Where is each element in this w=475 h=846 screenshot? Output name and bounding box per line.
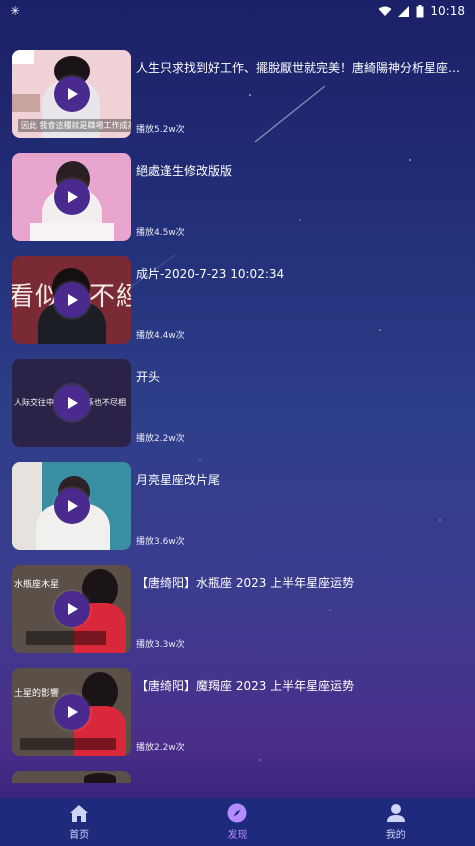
tab-discover[interactable]: 发现 (182, 803, 292, 841)
thumbnail-text: 水瓶座木星 (14, 580, 60, 590)
video-item[interactable]: 看似 不經 成片-2020-7-23 10:02:34 播放4.4w次 (12, 256, 467, 344)
video-title[interactable]: 絕處逢生修改版版 (136, 163, 466, 179)
wifi-icon (378, 6, 392, 16)
play-count: 播放4.5w次 (136, 228, 185, 238)
tab-label: 首页 (69, 829, 90, 841)
play-button[interactable] (54, 488, 90, 524)
play-button[interactable] (54, 385, 90, 421)
play-button[interactable] (54, 591, 90, 627)
play-button[interactable] (54, 179, 90, 215)
play-icon (68, 88, 78, 100)
video-item[interactable]: 土星的影響 【唐绮阳】魔羯座 2023 上半年星座运势 播放2.2w次 (12, 668, 467, 756)
play-button[interactable] (54, 282, 90, 318)
tab-label: 我的 (385, 830, 406, 841)
play-icon (68, 603, 78, 615)
thumbnail-text: 土星的影響 (14, 689, 60, 699)
play-count: 播放5.2w次 (136, 125, 185, 135)
video-title[interactable]: 【唐绮阳】水瓶座 2023 上半年星座运势 (136, 575, 466, 591)
video-thumbnail[interactable]: 看似 不經 (12, 256, 131, 344)
play-icon (68, 706, 78, 718)
video-thumbnail[interactable]: 水瓶座木星 (12, 565, 131, 653)
video-thumbnail[interactable]: 因此 我會這種就是職場工作成為 (12, 50, 131, 138)
tab-label: 发现 (227, 830, 248, 841)
video-title[interactable]: 【唐绮阳】魔羯座 2023 上半年星座运势 (136, 678, 466, 694)
signal-icon (398, 5, 410, 17)
play-count: 播放4.4w次 (136, 331, 185, 341)
video-title[interactable]: 成片-2020-7-23 10:02:34 (136, 266, 466, 282)
play-count: 播放3.6w次 (136, 537, 185, 547)
notification-icon: ✳ (10, 4, 21, 18)
play-count: 播放2.2w次 (136, 434, 185, 444)
video-title[interactable]: 人生只求找到好工作、擺脫厭世就完美！唐綺陽神分析星座知Vog… (136, 60, 466, 76)
video-title[interactable]: 开头 (136, 369, 466, 385)
video-item[interactable]: 月亮星座改片尾 播放3.6w次 (12, 462, 467, 550)
person-icon (386, 804, 405, 822)
bottom-tab-bar: 首页 发现 我的 (0, 798, 475, 846)
compass-icon (227, 803, 247, 823)
play-button[interactable] (54, 694, 90, 730)
home-icon (70, 804, 89, 822)
video-thumbnail[interactable]: 土星的影響 (12, 668, 131, 756)
tab-profile[interactable]: 我的 (341, 803, 451, 841)
battery-icon (416, 4, 424, 17)
video-thumbnail[interactable] (12, 153, 131, 241)
video-title[interactable]: 月亮星座改片尾 (136, 472, 466, 488)
video-thumbnail[interactable] (12, 462, 131, 550)
video-thumbnail[interactable]: 人际交往中别 关系也不尽相 (12, 359, 131, 447)
status-time: 10:18 (430, 4, 465, 18)
video-thumbnail[interactable] (12, 771, 131, 783)
video-item[interactable]: 因此 我會這種就是職場工作成為 人生只求找到好工作、擺脫厭世就完美！唐綺陽神分析… (12, 50, 467, 138)
play-icon (68, 294, 78, 306)
status-bar: ✳ 10:18 (0, 0, 475, 22)
play-icon (68, 191, 78, 203)
play-count: 播放3.3w次 (136, 640, 185, 650)
thumbnail-caption: 因此 我會這種就是職場工作成為 (18, 119, 131, 132)
video-item[interactable]: 絕處逢生修改版版 播放4.5w次 (12, 153, 467, 241)
play-icon (68, 397, 78, 409)
tab-home[interactable]: 首页 (24, 804, 134, 841)
video-item[interactable]: 水瓶座木星 【唐绮阳】水瓶座 2023 上半年星座运势 播放3.3w次 (12, 565, 467, 653)
video-item[interactable]: 人际交往中别 关系也不尽相 开头 播放2.2w次 (12, 359, 467, 447)
play-count: 播放2.2w次 (136, 743, 185, 753)
play-button[interactable] (54, 76, 90, 112)
play-icon (68, 500, 78, 512)
video-item[interactable] (12, 771, 467, 783)
